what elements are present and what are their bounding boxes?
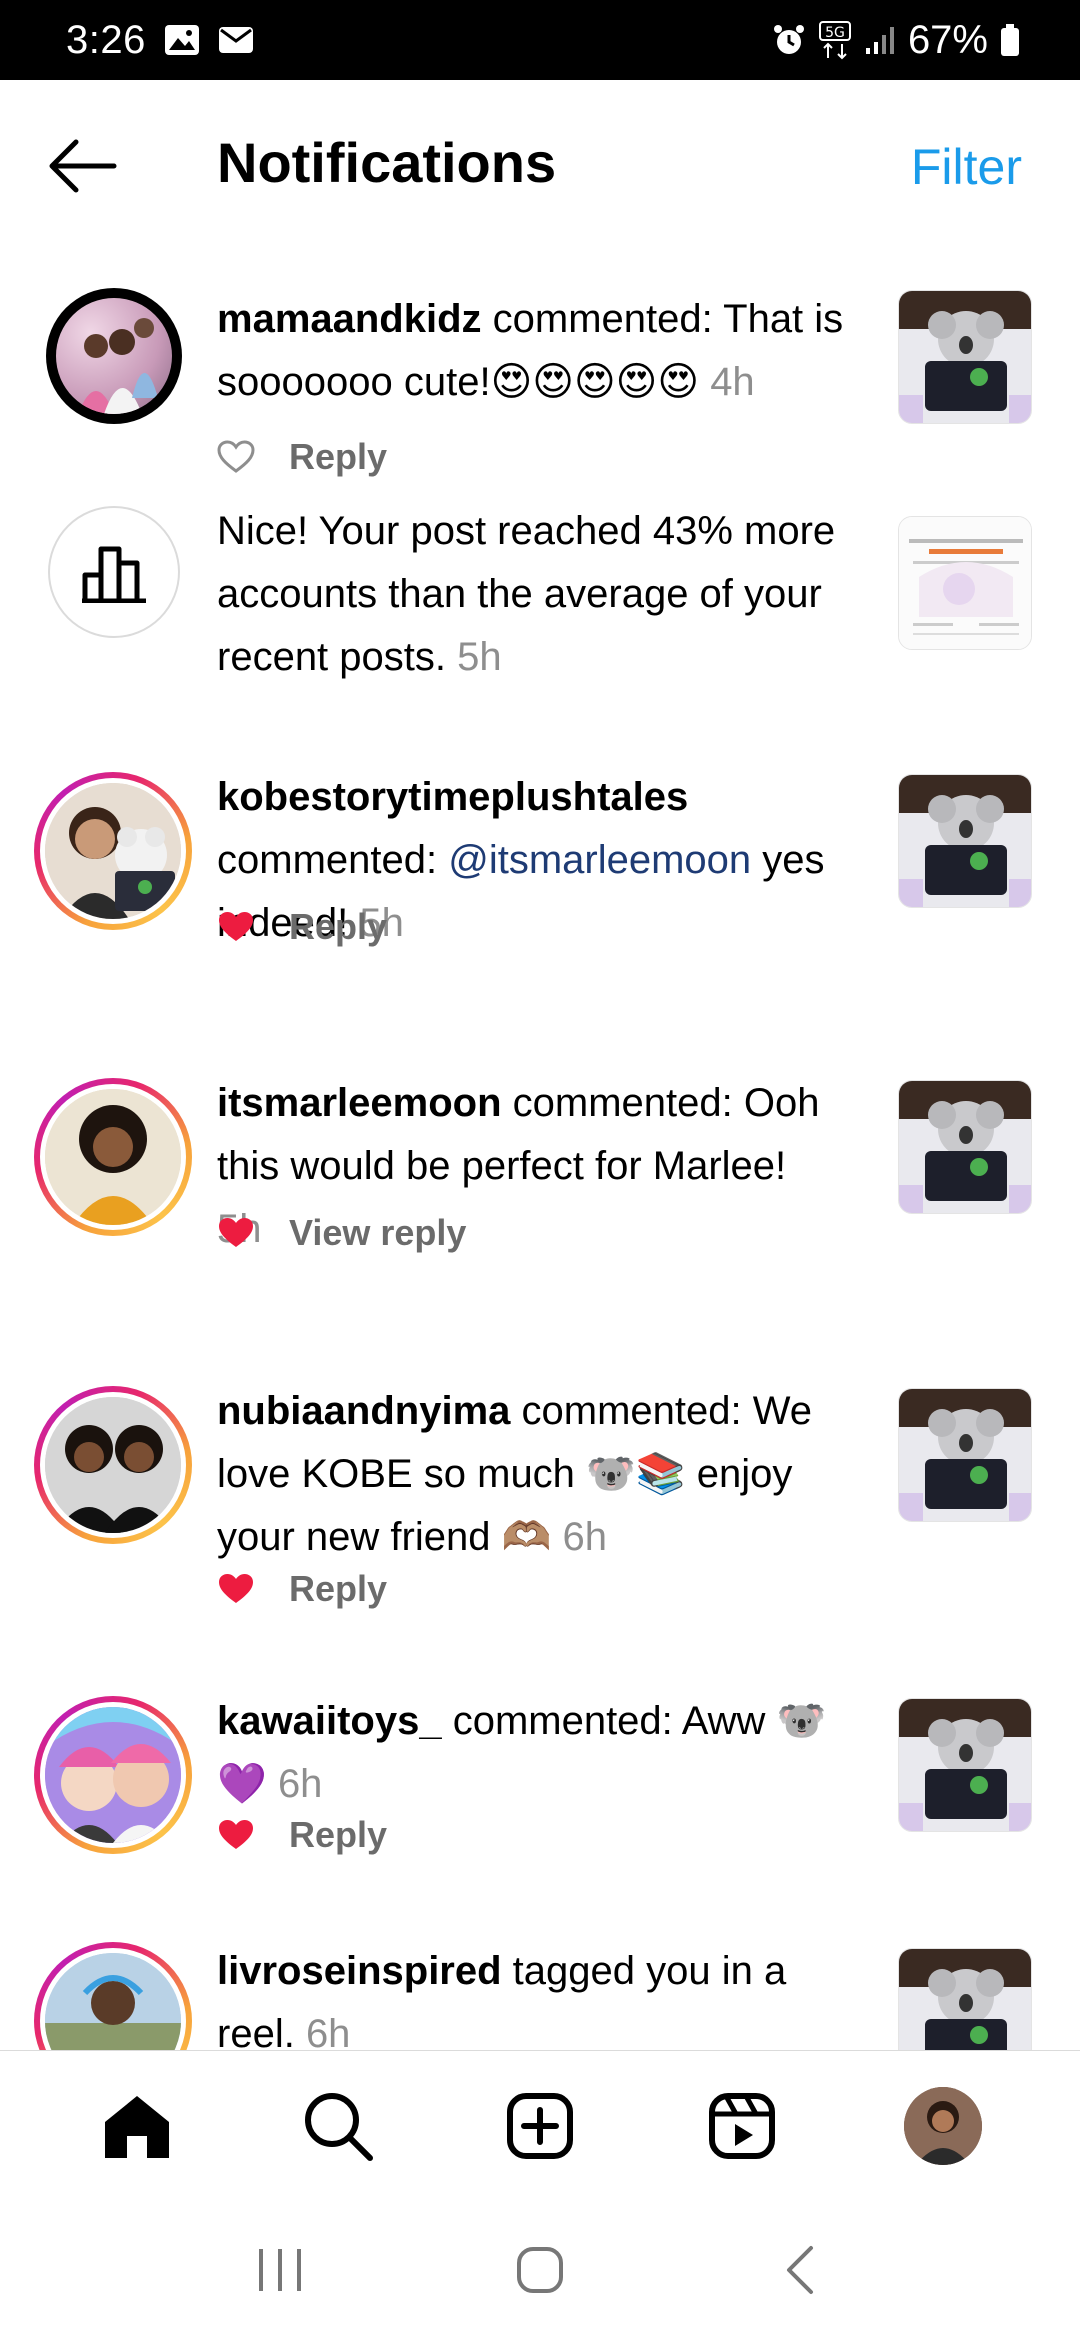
back-arrow-icon	[49, 139, 117, 193]
post-thumbnail[interactable]	[898, 1948, 1032, 2050]
home-system-button[interactable]	[500, 2230, 580, 2310]
reply-button[interactable]: Reply	[289, 436, 387, 478]
battery-icon	[1001, 24, 1019, 56]
mail-icon	[218, 27, 253, 53]
timestamp: 6h	[305, 2012, 351, 2050]
signal-icon	[865, 27, 894, 54]
emoji: 🐨📚	[586, 1452, 686, 1496]
heart-filled-icon[interactable]	[217, 1572, 255, 1606]
timestamp: 5h	[457, 635, 502, 679]
notification-text: mamaandkidz commented: That is sooooooo …	[217, 297, 844, 404]
post-thumbnail[interactable]	[898, 1080, 1032, 1214]
emoji: 🫶🏽	[501, 1515, 552, 1559]
username[interactable]: nubiaandnyima	[217, 1389, 510, 1433]
status-bar: 3:26 5G 67%	[0, 0, 1080, 80]
timestamp: 4h	[710, 360, 755, 404]
avatar[interactable]	[34, 1386, 192, 1544]
back-chevron-icon	[787, 2246, 813, 2294]
timestamp: 6h	[277, 1762, 323, 1806]
nav-home[interactable]	[89, 2078, 185, 2174]
recents-button[interactable]	[240, 2230, 320, 2310]
nav-create[interactable]	[492, 2078, 588, 2174]
notification-text: kawaiitoys_ commented: Aww 🐨💜 6h	[217, 1699, 827, 1806]
status-time: 3:26	[66, 17, 146, 62]
header: Notifications Filter	[0, 80, 1080, 250]
action-row: Reply	[217, 1564, 387, 1614]
bottom-nav	[0, 2050, 1080, 2200]
filter-button[interactable]: Filter	[911, 138, 1022, 196]
action-row: Reply	[217, 432, 387, 482]
system-nav-bar	[0, 2200, 1080, 2340]
heart-outline-icon[interactable]	[217, 440, 255, 474]
reels-icon	[708, 2092, 775, 2159]
heart-filled-icon[interactable]	[217, 910, 255, 944]
notification-text: livroseinspired tagged you in a reel. 6h	[217, 1940, 867, 2050]
notifications-feed[interactable]: mamaandkidz commented: That is sooooooo …	[0, 250, 1080, 2050]
nav-profile[interactable]	[895, 2078, 991, 2174]
emoji: 😍😍😍😍😍	[490, 360, 700, 404]
action-row: View reply	[217, 1208, 466, 1258]
reply-button[interactable]: Reply	[289, 1568, 387, 1610]
notification-text: nubiaandnyima commented: We love KOBE so…	[217, 1389, 812, 1559]
home-circle-icon	[517, 2247, 563, 2293]
back-system-button[interactable]	[760, 2230, 840, 2310]
username[interactable]: itsmarleemoon	[217, 1081, 502, 1125]
profile-avatar	[904, 2086, 983, 2165]
home-icon	[104, 2095, 169, 2158]
reply-button[interactable]: Reply	[289, 1814, 387, 1856]
nav-reels[interactable]	[694, 2078, 790, 2174]
username[interactable]: livroseinspired	[217, 1949, 502, 1993]
battery-percent: 67%	[907, 17, 988, 62]
avatar[interactable]	[34, 1078, 192, 1236]
view-reply-button[interactable]: View reply	[289, 1212, 466, 1254]
heart-filled-icon[interactable]	[217, 1818, 255, 1852]
create-icon	[506, 2092, 573, 2159]
post-thumbnail[interactable]	[898, 1698, 1032, 1832]
bar-chart-icon	[82, 546, 146, 603]
notification-text: Nice! Your post reached 43% more account…	[217, 509, 836, 679]
avatar[interactable]	[34, 1696, 192, 1854]
action-row: Reply	[217, 1810, 387, 1860]
username[interactable]: kobestorytimeplushtales	[217, 775, 688, 819]
timestamp: 6h	[562, 1515, 608, 1559]
alarm-icon	[773, 25, 804, 54]
action-row: Reply	[217, 902, 387, 952]
insights-badge	[48, 506, 180, 638]
username[interactable]: mamaandkidz	[217, 297, 482, 341]
mention-link[interactable]: @itsmarleemoon	[448, 838, 751, 882]
svg-text:5G: 5G	[825, 25, 845, 41]
avatar[interactable]	[34, 772, 192, 930]
reply-button[interactable]: Reply	[289, 906, 387, 948]
avatar[interactable]	[34, 1942, 192, 2050]
username[interactable]: kawaiitoys_	[217, 1699, 442, 1743]
avatar[interactable]	[46, 288, 182, 424]
page-title: Notifications	[217, 131, 557, 194]
image-icon	[164, 25, 199, 55]
post-thumbnail[interactable]	[898, 290, 1032, 424]
back-button[interactable]	[46, 138, 118, 194]
heart-filled-icon[interactable]	[217, 1216, 255, 1250]
search-icon	[305, 2092, 374, 2161]
post-thumbnail[interactable]	[898, 516, 1032, 650]
post-thumbnail[interactable]	[898, 774, 1032, 908]
recents-icon	[259, 2249, 301, 2291]
post-thumbnail[interactable]	[898, 1388, 1032, 1522]
5g-icon: 5G	[818, 21, 851, 60]
nav-search[interactable]	[290, 2078, 386, 2174]
